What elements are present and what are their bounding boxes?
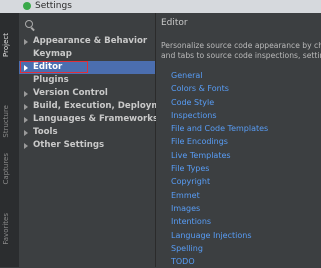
search-icon [25, 20, 33, 28]
app-icon [23, 2, 31, 10]
tree-item-appearance-behavior[interactable]: Appearance & Behavior [19, 35, 155, 48]
tree-item-label: Plugins [33, 75, 69, 85]
expand-arrow-icon[interactable] [24, 104, 28, 110]
link-code-style[interactable]: Code Style [171, 96, 268, 109]
tree-item-version-control[interactable]: Version Control [19, 87, 155, 100]
tree-item-build-execution-deployment[interactable]: Build, Execution, Deployment [19, 100, 176, 113]
tree-item-label: Version Control [33, 88, 108, 98]
tree-item-label: Editor [33, 62, 63, 72]
link-todo[interactable]: TODO [171, 255, 268, 268]
tree-item-tools[interactable]: Tools [19, 126, 155, 139]
page-title: Editor [161, 18, 188, 28]
editor-subpage-links: General Colors & Fonts Code Style Inspec… [171, 69, 268, 268]
expand-arrow-icon[interactable] [24, 130, 28, 136]
tool-tab-structure[interactable]: Structure [2, 105, 16, 138]
tree-item-label: Build, Execution, Deployment [33, 101, 177, 111]
expand-arrow-icon[interactable] [24, 91, 28, 97]
link-inspections[interactable]: Inspections [171, 109, 268, 122]
tree-item-label: Tools [33, 127, 58, 137]
link-live-templates[interactable]: Live Templates [171, 149, 268, 162]
expand-arrow-icon[interactable] [24, 65, 28, 71]
link-file-code-templates[interactable]: File and Code Templates [171, 122, 268, 135]
settings-search[interactable] [23, 18, 149, 32]
link-emmet[interactable]: Emmet [171, 189, 268, 202]
link-general[interactable]: General [171, 69, 268, 82]
settings-tree: Appearance & Behavior Keymap Editor Plug… [19, 35, 176, 152]
tool-window-strip: Project Structure Captures Favorites [0, 13, 20, 267]
tree-item-label: Keymap [33, 49, 72, 59]
editor-settings-panel: Editor Personalize source code appearanc… [156, 13, 321, 267]
title-bar: Settings [0, 0, 321, 14]
link-copyright[interactable]: Copyright [171, 175, 268, 188]
tree-item-keymap[interactable]: Keymap [19, 48, 155, 61]
link-spelling[interactable]: Spelling [171, 242, 268, 255]
tool-tab-captures[interactable]: Captures [2, 153, 16, 184]
tree-item-languages-frameworks[interactable]: Languages & Frameworks [19, 113, 159, 126]
link-colors-fonts[interactable]: Colors & Fonts [171, 82, 268, 95]
link-images[interactable]: Images [171, 202, 268, 215]
expand-arrow-icon[interactable] [24, 39, 28, 45]
link-file-encodings[interactable]: File Encodings [171, 135, 268, 148]
link-language-injections[interactable]: Language Injections [171, 229, 268, 242]
window-title: Settings [35, 1, 72, 11]
tree-item-other-settings[interactable]: Other Settings [19, 139, 155, 152]
tree-item-label: Languages & Frameworks [33, 114, 159, 124]
description-line: and tabs to source code inspections, set… [161, 51, 321, 60]
expand-arrow-icon[interactable] [24, 117, 28, 123]
tree-item-plugins[interactable]: Plugins [19, 74, 155, 87]
editor-description: Personalize source code appearance by ch… [161, 41, 321, 61]
link-intentions[interactable]: Intentions [171, 215, 268, 228]
link-file-types[interactable]: File Types [171, 162, 268, 175]
tool-tab-project[interactable]: Project [2, 33, 16, 57]
tree-item-label: Appearance & Behavior [33, 36, 148, 46]
tree-item-editor[interactable]: Editor [19, 61, 155, 74]
tree-item-label: Other Settings [33, 140, 105, 150]
expand-arrow-icon[interactable] [24, 143, 28, 149]
description-line: Personalize source code appearance by ch [161, 41, 321, 50]
settings-tree-panel: Appearance & Behavior Keymap Editor Plug… [19, 13, 176, 267]
tool-tab-favorites[interactable]: Favorites [2, 213, 16, 245]
